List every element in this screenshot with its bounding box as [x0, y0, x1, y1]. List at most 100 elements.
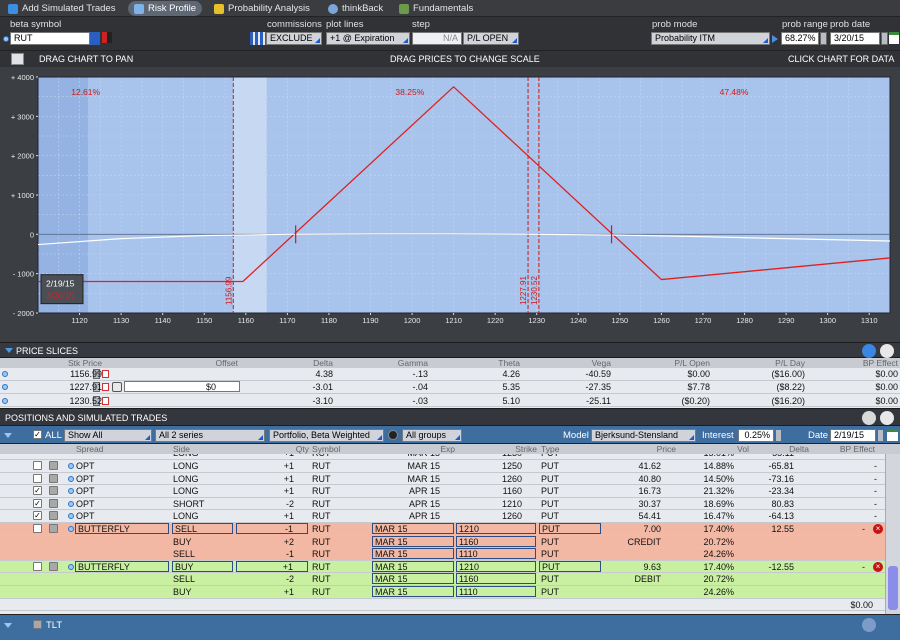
beta-symbol-input[interactable]: RUT: [10, 32, 90, 45]
strike-cell[interactable]: 1110: [456, 548, 536, 560]
chart-type-icon[interactable]: [11, 53, 24, 65]
portfolio-select[interactable]: Portfolio, Beta Weighted: [269, 429, 384, 442]
type-select[interactable]: PUT: [539, 560, 601, 572]
expand-all-icon[interactable]: [4, 433, 12, 438]
menu-icon[interactable]: [880, 344, 894, 358]
row-checkbox[interactable]: ✓: [33, 486, 42, 496]
series-filter-select[interactable]: All 2 series: [155, 429, 265, 442]
row-group-toggle[interactable]: [49, 524, 58, 533]
spread-select[interactable]: BUTTERFLY: [75, 560, 169, 572]
exp-select[interactable]: MAR 15: [372, 523, 454, 534]
position-row[interactable]: ✓ OPT LONG +1 RUT APR 15 1260 PUT 54.41 16.47% -64…: [0, 510, 885, 523]
link-dot-icon[interactable]: [68, 463, 74, 469]
date-spinner[interactable]: [877, 429, 884, 442]
link-dot-icon[interactable]: [2, 371, 8, 377]
pl-open-select[interactable]: P/L OPEN: [463, 32, 519, 45]
date-calendar-icon[interactable]: [887, 429, 898, 441]
scrollbar-thumb[interactable]: [888, 566, 898, 610]
groups-icon[interactable]: [388, 430, 398, 440]
position-row[interactable]: ✓ OPT LONG +1 RUT APR 15 1160 PUT 16.73 21.32% -23…: [0, 485, 885, 498]
butterfly2-leg-row[interactable]: BUY +1 RUT PUT MAR 15 1110 24.26%: [0, 586, 885, 599]
butterfly2-leg-row[interactable]: SELL -2 RUT PUT DEBIT MAR 15 1160 20.72%: [0, 573, 885, 586]
link-dot-icon[interactable]: [68, 563, 74, 570]
price-slice-row[interactable]: 1230.52 -3.10 -.03 5.10 -25.11 ($0.20) ($16.20…: [0, 395, 900, 408]
link-dot-icon[interactable]: [68, 475, 74, 482]
link-dot-icon[interactable]: [68, 526, 74, 532]
date-input[interactable]: 2/19/15: [830, 429, 876, 442]
interest-input[interactable]: 0.25%: [738, 429, 774, 442]
offset-input[interactable]: [124, 381, 240, 393]
add-slice-icon[interactable]: [862, 344, 876, 358]
remove-trade-icon[interactable]: ×: [873, 561, 883, 572]
prob-date-spinner[interactable]: [881, 32, 888, 45]
grid-icon[interactable]: [250, 32, 266, 45]
tab-risk-profile[interactable]: Risk Profile: [128, 1, 203, 16]
tab-probability-analysis[interactable]: Probability Analysis: [208, 1, 316, 16]
position-row[interactable]: OPT LONG +1 RUT MAR 15 1250 PUT 41.62 14.88% -65.…: [0, 460, 885, 473]
row-group-toggle[interactable]: [49, 473, 58, 483]
row-group-toggle[interactable]: [49, 561, 58, 571]
tab-thinkback[interactable]: thinkBack: [322, 1, 389, 16]
prob-mode-select[interactable]: Probability ITM: [651, 32, 770, 45]
chart-svg[interactable]: + 4000 + 3000 + 2000 + 1000 0 - 1000 - 2000 112…: [0, 67, 900, 342]
calendar-icon[interactable]: [889, 32, 899, 44]
link-dot-icon[interactable]: [68, 500, 74, 507]
plot-lines-select[interactable]: +1 @ Expiration: [326, 32, 410, 45]
offset-dollar-icon[interactable]: [112, 382, 122, 393]
prob-date-input[interactable]: 3/20/15: [830, 32, 880, 45]
row-group-toggle[interactable]: [49, 486, 58, 496]
play-icon[interactable]: [772, 35, 778, 43]
butterfly1-leg-row[interactable]: BUTTERFLY 7.00 12.55 - × SELL -1 MAR 15 1210 PUT R…: [0, 523, 885, 536]
link-icon[interactable]: [3, 36, 9, 42]
show-filter-select[interactable]: Show All: [64, 429, 152, 442]
interest-spinner[interactable]: [775, 429, 782, 442]
row-checkbox[interactable]: [33, 473, 42, 483]
lock-icon[interactable]: [102, 370, 109, 378]
butterfly2-leg-row[interactable]: BUTTERFLY 9.63 -12.55 - × BUY +1 MAR 15 1210 PUT R…: [0, 560, 885, 574]
positions-menu-icon[interactable]: [880, 411, 894, 425]
groups-select[interactable]: All groups: [402, 429, 462, 442]
lock-icon[interactable]: [102, 383, 109, 392]
type-select[interactable]: PUT: [539, 523, 601, 534]
butterfly1-leg-row[interactable]: BUY +2 RUT PUT CREDIT MAR 15 1160 20.72%: [0, 535, 885, 549]
filter-icon[interactable]: [862, 411, 876, 425]
row-checkbox[interactable]: ✓: [33, 498, 42, 508]
remove-trade-icon[interactable]: ×: [873, 524, 883, 534]
row-checkbox[interactable]: [33, 524, 42, 533]
position-row[interactable]: ✓ OPT SHORT -2 RUT APR 15 1210 PUT 30.37 18.69% 80…: [0, 498, 885, 511]
price-slice-row[interactable]: 1227.91 $0 -3.01 -.04 5.35 -27.35 $7.78 ($8.22)…: [0, 381, 900, 394]
link-dot-icon[interactable]: [68, 488, 74, 495]
collapse-icon[interactable]: [5, 348, 13, 353]
select-all-checkbox[interactable]: ✓: [33, 430, 42, 439]
total-row[interactable]: $0.00: [0, 599, 885, 612]
butterfly1-leg-row[interactable]: SELL -1 RUT PUT MAR 15 1110 24.26%: [0, 548, 885, 561]
exp-select[interactable]: MAR 15: [372, 560, 454, 572]
link-dot-icon[interactable]: [2, 384, 8, 391]
row-checkbox[interactable]: [33, 461, 42, 470]
tab-fundamentals[interactable]: Fundamentals: [393, 1, 479, 16]
prob-range-spinner[interactable]: [820, 32, 827, 45]
price-slice-row[interactable]: 1156.99 4.38 -.13 4.26 -40.59 $0.00 ($16.00) $0…: [0, 368, 900, 381]
expand-tlt-icon[interactable]: [4, 623, 12, 628]
vertical-scrollbar[interactable]: [885, 454, 900, 614]
spread-select[interactable]: BUTTERFLY: [75, 523, 169, 534]
row-checkbox[interactable]: ✓: [33, 511, 42, 521]
row-group-toggle[interactable]: [49, 498, 58, 508]
row-group-toggle[interactable]: [49, 511, 58, 521]
row-group-toggle[interactable]: [49, 461, 58, 470]
strike-cell[interactable]: 1110: [456, 586, 536, 597]
strike-select[interactable]: 1210: [456, 523, 536, 534]
commissions-select[interactable]: EXCLUDE: [266, 32, 322, 45]
symbol-dropdown-button[interactable]: [90, 32, 100, 45]
strike-cell[interactable]: 1160: [456, 573, 536, 585]
side-select[interactable]: SELL: [172, 523, 233, 534]
model-select[interactable]: Bjerksund-Stensland: [591, 429, 696, 442]
symbol-color-icon[interactable]: [102, 32, 112, 43]
tlt-group-row[interactable]: TLT: [0, 614, 900, 640]
qty-select[interactable]: +1: [236, 560, 308, 572]
strike-select[interactable]: 1210: [456, 560, 536, 572]
position-row[interactable]: OPT LONG +1 RUT MAR 15 1260 PUT 40.80 14.50% -73.…: [0, 473, 885, 486]
tab-add-simulated-trades[interactable]: Add Simulated Trades: [2, 1, 121, 16]
qty-select[interactable]: -1: [236, 523, 308, 534]
settings-gear-icon[interactable]: [862, 618, 876, 632]
